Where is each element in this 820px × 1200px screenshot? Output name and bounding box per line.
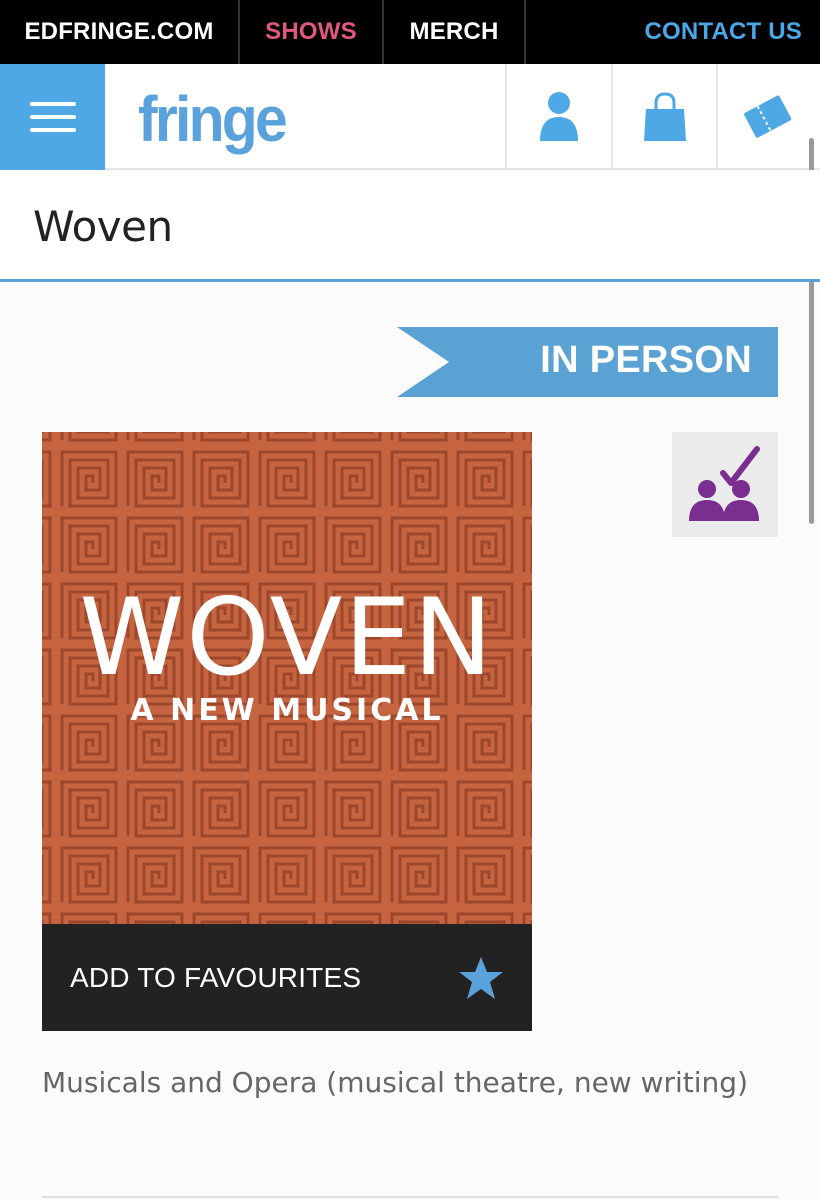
nav-contact-link[interactable]: CONTACT US (526, 0, 820, 64)
nav-merch-link[interactable]: MERCH (384, 0, 526, 64)
hamburger-menu-button[interactable] (0, 64, 105, 170)
fringe-logo[interactable]: fringe (138, 82, 288, 156)
page-title: Woven (33, 202, 173, 251)
divider (42, 1196, 778, 1198)
in-person-badge: IN PERSON (397, 327, 778, 397)
nav-shows-link[interactable]: SHOWS (240, 0, 384, 64)
show-genre: Musicals and Opera (musical theatre, new… (42, 1066, 749, 1099)
top-navigation: EDFRINGE.COM SHOWS MERCH CONTACT US (0, 0, 820, 64)
audience-check-icon (689, 445, 760, 521)
poster-subtitle: A NEW MUSICAL (130, 693, 444, 728)
accessibility-info-button[interactable] (672, 432, 778, 537)
poster-title: WOVEN (79, 576, 495, 699)
user-icon (540, 92, 578, 141)
hamburger-icon (29, 102, 76, 106)
basket-button[interactable] (611, 64, 716, 170)
add-to-favourites-label: ADD TO FAVOURITES (70, 961, 362, 993)
star-icon (459, 956, 503, 999)
show-title-section: Woven (0, 170, 820, 282)
tickets-icon (744, 95, 792, 138)
hamburger-icon-bar (29, 128, 76, 132)
hamburger-icon-bar (29, 115, 76, 119)
in-person-label: IN PERSON (540, 339, 752, 381)
add-to-favourites-button[interactable]: ADD TO FAVOURITES (42, 924, 532, 1031)
tickets-button[interactable] (716, 64, 820, 170)
nav-edfringe-link[interactable]: EDFRINGE.COM (0, 0, 240, 64)
shopping-bag-icon (643, 92, 686, 141)
site-header: fringe (0, 64, 820, 170)
account-button[interactable] (505, 64, 611, 170)
